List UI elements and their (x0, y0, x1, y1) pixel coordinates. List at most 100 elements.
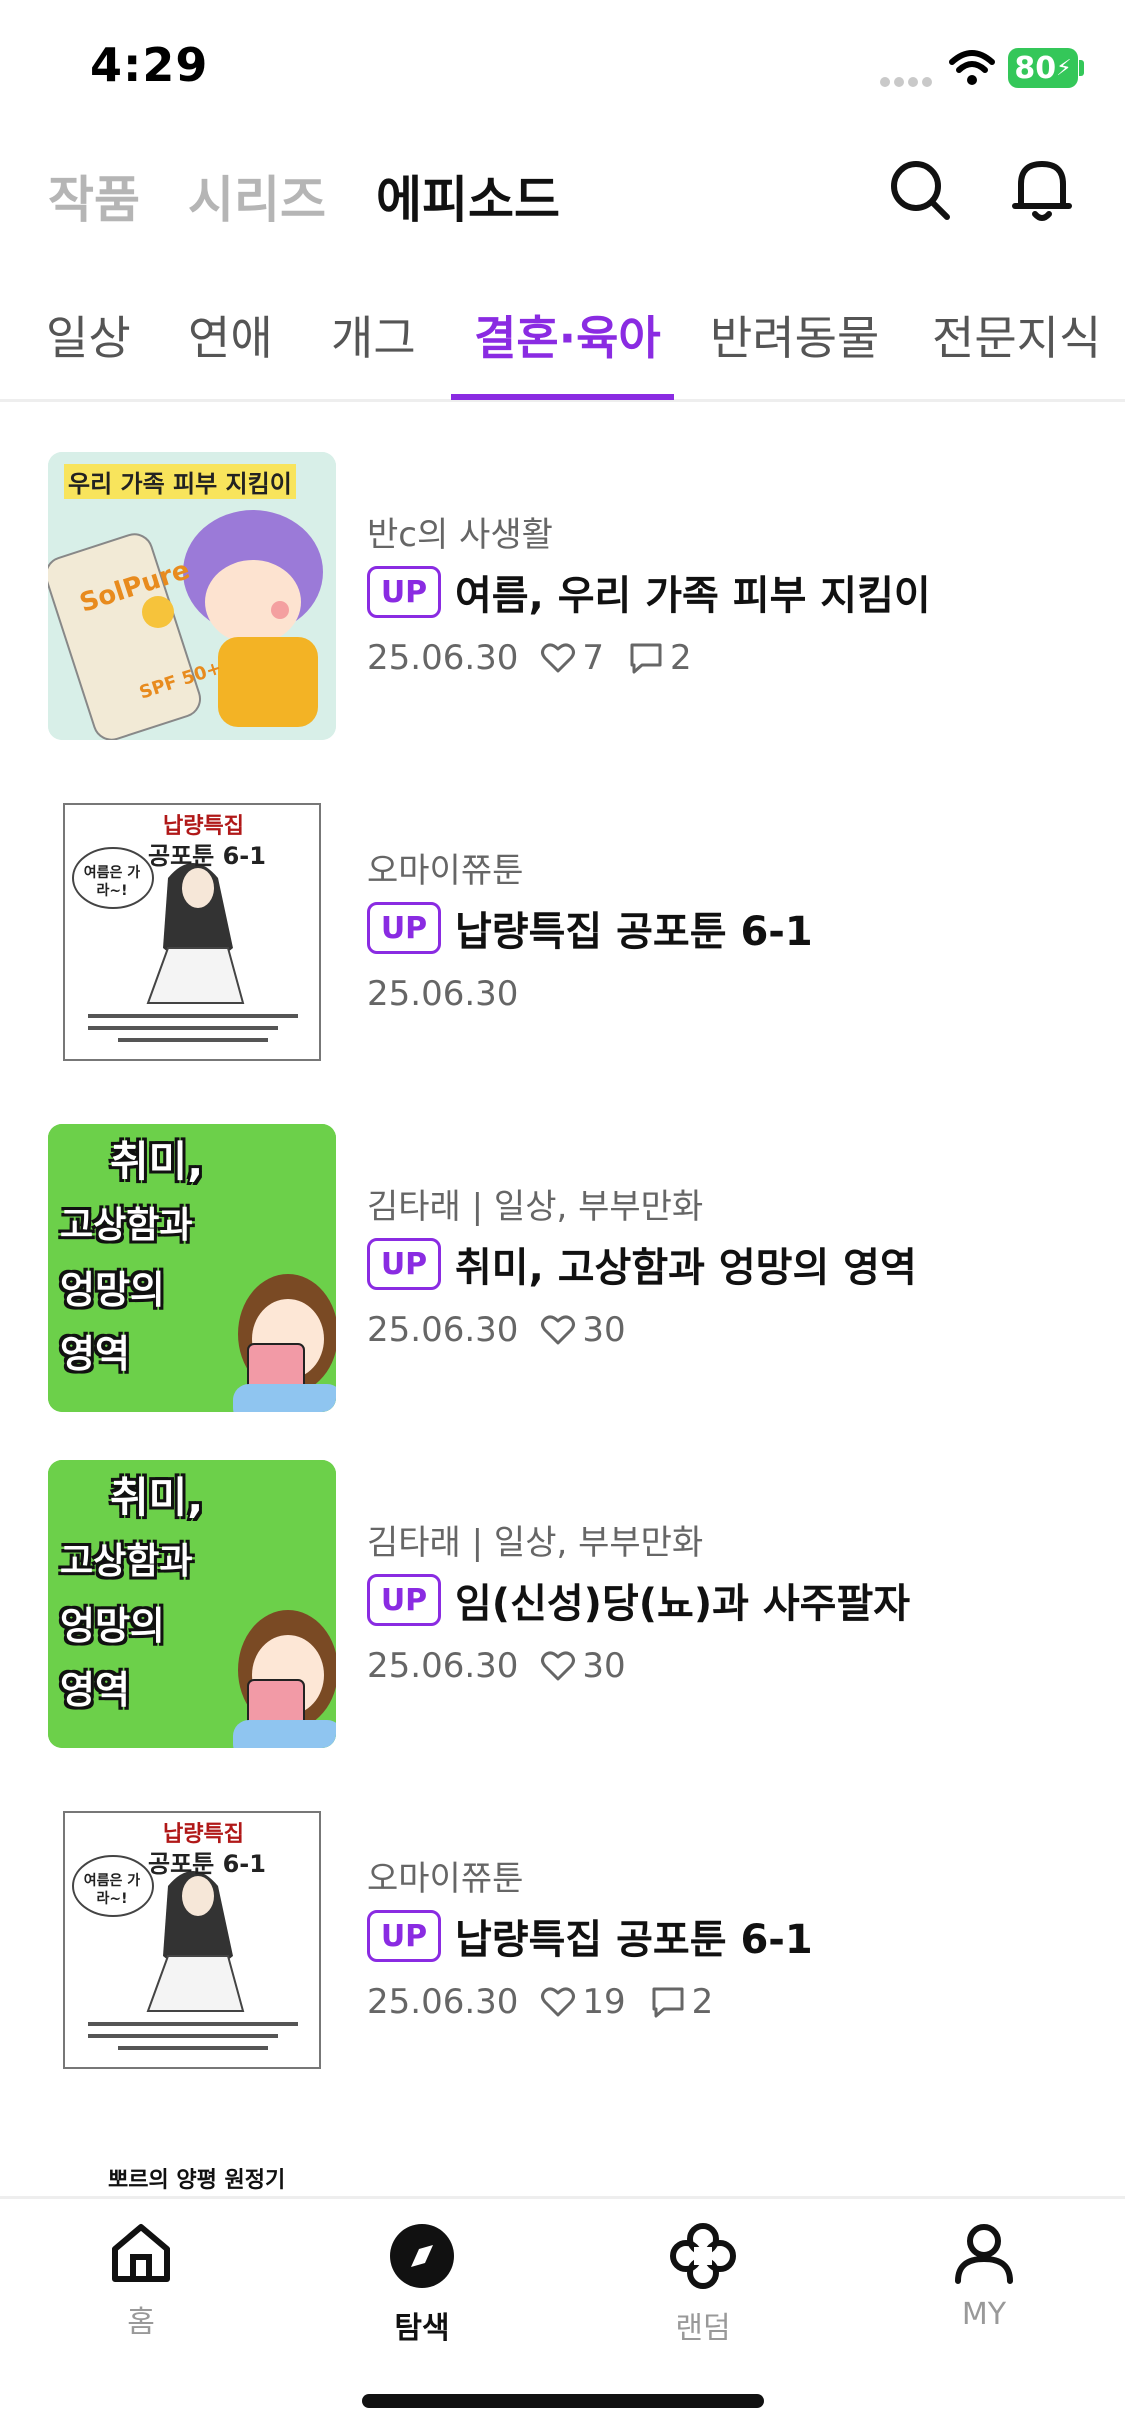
nav-label: 탐색 (394, 2311, 450, 2346)
episode-date: 25.06.30 (367, 1310, 519, 1350)
wifi-icon (948, 48, 996, 88)
like-count: 30 (540, 1646, 626, 1686)
episode-item[interactable]: 납량특집 공포툰 6-1 여름은 가라~! 오마이쮸툰 UP 납량특집 공포툰 … (0, 1746, 1125, 2084)
episode-item[interactable]: 취미, 고상함과 엉망의 영역 김타래 | 일상, 부부만화 UP 임(신성)당… (0, 1410, 1125, 1748)
episode-date: 25.06.30 (367, 638, 519, 678)
category-tabs: 일상 연애 개그 결혼·육아 반려동물 전문지식 (0, 290, 1125, 402)
episode-meta: 김타래 | 일상, 부부만화 UP 임(신성)당(뇨)과 사주팔자 25.06.… (367, 1515, 1087, 1699)
comment-count-value: 2 (691, 1982, 714, 2022)
like-count: 30 (540, 1310, 626, 1350)
thumbnail-bubble: 여름은 가라~! (83, 865, 141, 899)
bell-icon[interactable] (1002, 150, 1082, 230)
thumbnail-line: 고상함과 (60, 1541, 193, 1582)
comment-icon (652, 1987, 684, 2018)
category-tab-gag[interactable]: 개그 (331, 302, 416, 368)
nav-random[interactable]: 랜덤 (633, 2221, 773, 2351)
episode-author: 오마이쮸툰 (367, 1859, 524, 1899)
like-count-value: 30 (582, 1310, 626, 1350)
category-tab-pets[interactable]: 반려동물 (710, 302, 879, 368)
episode-title: 납량특집 공포툰 6-1 (455, 1917, 813, 1963)
category-tab-romance[interactable]: 연애 (188, 302, 273, 368)
search-icon[interactable] (880, 150, 960, 230)
category-tab-marriage-parenting[interactable]: 결혼·육아 (474, 302, 661, 368)
episode-item[interactable]: 뽀르의 양평 원정기 (0, 2082, 1125, 2196)
episode-date: 25.06.30 (367, 974, 519, 1014)
episode-title: 임(신성)당(뇨)과 사주팔자 (455, 1581, 911, 1627)
category-tab-daily[interactable]: 일상 (46, 302, 131, 368)
battery-icon: 80 ⚡ (1008, 48, 1078, 88)
battery-nub (1079, 60, 1084, 76)
cellular-signal-icon (880, 72, 936, 87)
up-badge: UP (367, 902, 441, 954)
episode-thumbnail: 납량특집 공포툰 6-1 여름은 가라~! (48, 1796, 336, 2084)
nav-label: 홈 (127, 2305, 155, 2340)
heart-icon (541, 1651, 576, 1681)
like-count: 7 (540, 638, 604, 678)
episode-meta: 김타래 | 일상, 부부만화 UP 취미, 고상함과 엉망의 영역 25.06.… (367, 1179, 1087, 1363)
up-badge: UP (367, 566, 441, 618)
heart-icon (541, 1315, 576, 1345)
comment-icon (630, 643, 662, 674)
episode-item[interactable]: 우리 가족 피부 지킴이 SolPure SPF 50+ 반c의 사생활 UP … (0, 402, 1125, 740)
thumbnail-line: 고상함과 (60, 1205, 193, 1246)
nav-label: 랜덤 (675, 2311, 731, 2346)
episode-thumbnail: 취미, 고상함과 엉망의 영역 (48, 1124, 336, 1412)
status-time: 4:29 (90, 38, 209, 92)
like-count-value: 19 (582, 1982, 626, 2022)
heart-icon (541, 1987, 576, 2017)
battery-level: 80 (1014, 50, 1057, 86)
episode-thumbnail: 납량특집 공포툰 6-1 여름은 가라~! (48, 788, 336, 1076)
comment-count: 2 (628, 638, 692, 678)
episode-author: 오마이쮸툰 (367, 851, 524, 891)
like-count-value: 7 (582, 638, 605, 678)
up-badge: UP (367, 1910, 441, 1962)
nav-home[interactable]: 홈 (71, 2221, 211, 2351)
episode-date: 25.06.30 (367, 1982, 519, 2022)
tab-series[interactable]: 시리즈 (188, 160, 326, 232)
person-icon (955, 2224, 1013, 2284)
thumbnail-line: 엉망의 (60, 1604, 165, 1648)
category-active-indicator (451, 394, 674, 400)
thumbnail-line: 엉망의 (60, 1268, 165, 1312)
like-count: 19 (540, 1982, 626, 2022)
nav-label: MY (961, 2297, 1007, 2332)
thumbnail-line: 영역 (60, 1332, 130, 1376)
tab-episodes[interactable]: 에피소드 (376, 160, 560, 232)
episode-thumbnail: 우리 가족 피부 지킴이 SolPure SPF 50+ (48, 452, 336, 740)
up-badge: UP (367, 1574, 441, 1626)
home-icon (112, 2224, 170, 2282)
heart-icon (541, 643, 576, 673)
episode-meta: 오마이쮸툰 UP 납량특집 공포툰 6-1 25.06.30 (367, 843, 1087, 1027)
thumbnail-subtitle: 공포툰 6-1 (148, 842, 266, 870)
episode-title: 취미, 고상함과 엉망의 영역 (455, 1245, 917, 1291)
thumbnail-line: 취미, (110, 1137, 204, 1186)
nav-explore[interactable]: 탐색 (352, 2221, 492, 2351)
clover-icon (670, 2223, 736, 2289)
comment-count: 2 (650, 1982, 714, 2022)
episode-author: 김타래 | 일상, 부부만화 (367, 1187, 704, 1227)
thumbnail-caption: 우리 가족 피부 지킴이 (64, 464, 296, 499)
compass-icon (390, 2224, 454, 2288)
comment-count-value: 2 (670, 638, 692, 678)
like-count-value: 30 (582, 1646, 626, 1686)
episode-author: 김타래 | 일상, 부부만화 (367, 1523, 704, 1563)
episode-title: 납량특집 공포툰 6-1 (455, 909, 813, 955)
category-tab-expertise[interactable]: 전문지식 (932, 302, 1101, 368)
thumbnail-caption: 뽀르의 양평 원정기 (108, 2168, 286, 2193)
episode-item[interactable]: 취미, 고상함과 엉망의 영역 김타래 | 일상, 부부만화 UP 취미, 고상… (0, 1074, 1125, 1412)
episode-thumbnail: 취미, 고상함과 엉망의 영역 (48, 1460, 336, 1748)
thumbnail-subtitle: 공포툰 6-1 (148, 1850, 266, 1878)
episode-date: 25.06.30 (367, 1646, 519, 1686)
thumbnail-line: 취미, (110, 1473, 204, 1522)
tab-works[interactable]: 작품 (48, 160, 140, 232)
episode-item[interactable]: 납량특집 공포툰 6-1 여름은 가라~! 오마이쮸툰 UP 납량특집 공포툰 … (0, 738, 1125, 1076)
home-indicator (362, 2394, 764, 2408)
episode-meta: 오마이쮸툰 UP 납량특집 공포툰 6-1 25.06.30 19 2 (367, 1851, 1087, 2035)
episode-meta: 반c의 사생활 UP 여름, 우리 가족 피부 지킴이 25.06.30 7 2 (367, 507, 1087, 691)
episode-thumbnail: 뽀르의 양평 원정기 (48, 2162, 336, 2196)
up-badge: UP (367, 1238, 441, 1290)
episode-author: 반c의 사생활 (367, 515, 553, 555)
status-bar: 4:29 80 ⚡ (0, 0, 1125, 140)
nav-my[interactable]: MY (914, 2221, 1054, 2351)
thumbnail-bubble: 여름은 가라~! (83, 1873, 141, 1907)
